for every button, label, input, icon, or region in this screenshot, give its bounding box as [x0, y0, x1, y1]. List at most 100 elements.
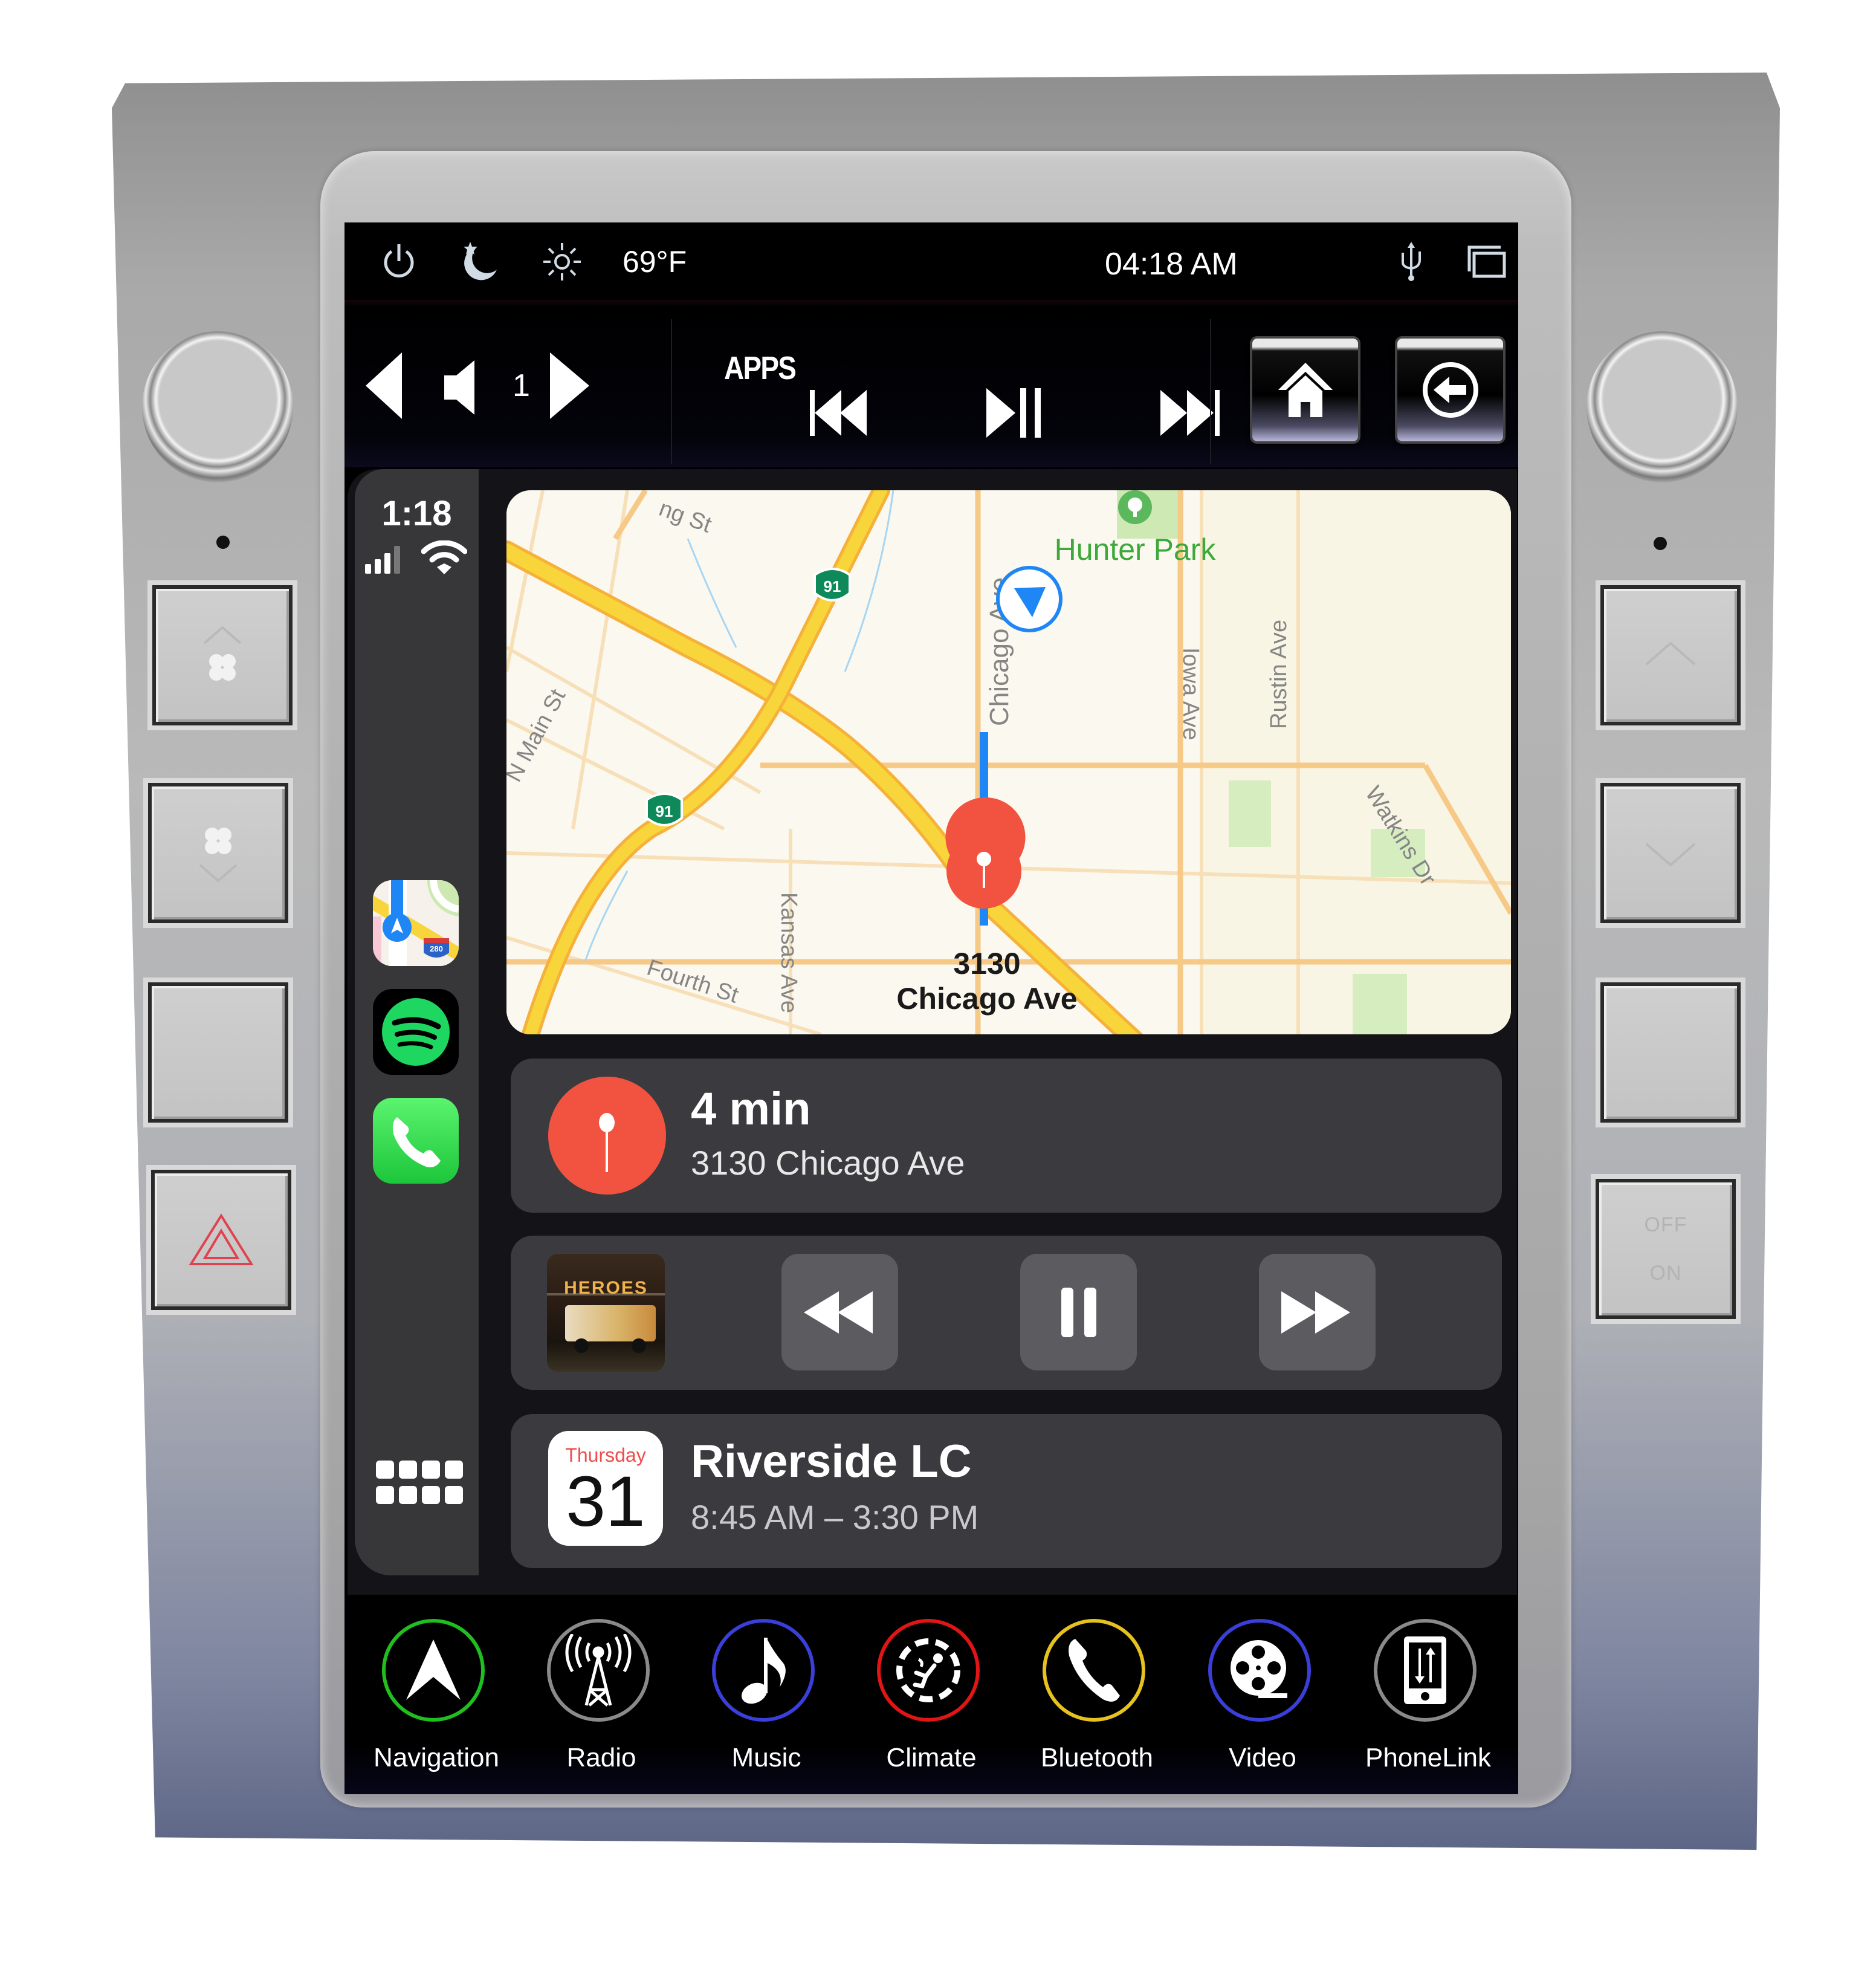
dock-label: Navigation [374, 1743, 499, 1772]
pause-button[interactable] [1020, 1254, 1137, 1370]
map-canvas[interactable]: 91 91 Hunter Park ng St Chicago Ave Iowa… [506, 490, 1511, 1034]
fan-speed-up-button[interactable] [152, 585, 293, 725]
right-indicator-hole [1654, 537, 1667, 550]
carplay-dashboard: 1:18 280 91 91 Hunter Park ng St Chicago… [348, 469, 1517, 1595]
status-bar-divider [344, 300, 1518, 307]
street-label-iowa: Iowa Ave [1178, 647, 1203, 741]
right-down-button[interactable] [1600, 783, 1741, 923]
dock-label: Music [731, 1743, 801, 1772]
dock-item-navigation[interactable]: Navigation [367, 1619, 506, 1794]
dock-item-video[interactable]: Video [1193, 1619, 1332, 1794]
navigation-ring [382, 1619, 485, 1722]
climate-seat-icon [896, 1638, 960, 1702]
dock-label: Climate [886, 1743, 977, 1772]
right-up-button[interactable] [1600, 585, 1741, 725]
hazard-triangle-icon [189, 1213, 254, 1265]
volume-level: 1 [513, 368, 530, 403]
dock-item-phonelink[interactable]: PhoneLink [1359, 1619, 1498, 1794]
wifi-icon [421, 540, 467, 574]
control-divider-right [1210, 319, 1211, 464]
bluetooth-ring [1043, 1619, 1145, 1722]
hazard-button[interactable] [151, 1170, 291, 1310]
back-button[interactable] [1397, 339, 1503, 441]
app-dock: Navigation Radio Music Climate Bluetooth… [344, 1595, 1518, 1794]
volume-down-button[interactable] [363, 352, 405, 419]
phone-handset-icon [1069, 1639, 1120, 1702]
navigation-card[interactable]: 4 min 3130 Chicago Ave [511, 1059, 1502, 1213]
apps-button[interactable]: APPS [724, 349, 797, 387]
destination-label-number: 3130 [953, 947, 1020, 981]
right-tune-knob[interactable] [1587, 331, 1738, 482]
temperature-readout: 69°F [623, 245, 687, 279]
phone-app-icon[interactable] [373, 1098, 459, 1184]
highway-shield-91-north: 91 [813, 568, 851, 602]
dock-label: PhoneLink [1365, 1743, 1491, 1772]
play-pause-button[interactable] [985, 386, 1046, 440]
off-on-button[interactable]: OFF ON [1596, 1179, 1736, 1319]
park-pin-icon [1118, 490, 1152, 524]
eta-text: 4 min [691, 1083, 811, 1135]
previous-track-button[interactable] [810, 389, 870, 437]
destination-label-street: Chicago Ave [896, 982, 1077, 1016]
navigation-arrow-icon [406, 1639, 461, 1700]
destination-marker-icon [548, 1077, 666, 1195]
fast-forward-button[interactable] [1259, 1254, 1376, 1370]
album-art[interactable]: HEROES [547, 1254, 665, 1372]
rewind-button[interactable] [781, 1254, 898, 1370]
svg-text:91: 91 [656, 802, 673, 820]
street-label-kansas: Kansas Ave [776, 892, 801, 1013]
radio-tower-icon [565, 1634, 632, 1707]
phonelink-ring [1374, 1619, 1477, 1722]
dock-item-radio[interactable]: Radio [532, 1619, 671, 1794]
home-icon [1278, 363, 1333, 417]
calendar-card[interactable]: Thursday 31 Riverside LC 8:45 AM – 3:30 … [511, 1414, 1502, 1568]
destination-pin-icon [945, 797, 1026, 909]
carplay-sidebar: 1:18 280 [355, 469, 479, 1575]
brightness-icon[interactable] [538, 241, 586, 283]
calendar-day: 31 [566, 1462, 645, 1542]
blank-hardware-button-right[interactable] [1600, 982, 1741, 1123]
system-clock: 04:18 AM [1105, 247, 1238, 282]
left-indicator-hole [216, 536, 230, 549]
highway-shield-91-south: 91 [645, 793, 683, 826]
pause-icon [1061, 1287, 1096, 1337]
fast-forward-icon [1281, 1291, 1350, 1334]
night-mode-icon[interactable] [456, 241, 505, 283]
dock-item-music[interactable]: Music [697, 1619, 836, 1794]
next-track-button[interactable] [1160, 389, 1221, 437]
svg-text:91: 91 [824, 577, 841, 595]
window-switch-icon[interactable] [1466, 241, 1508, 283]
volume-up-button[interactable] [547, 352, 592, 419]
climate-ring [877, 1619, 980, 1722]
spotify-app-icon[interactable] [373, 989, 459, 1075]
left-volume-knob[interactable] [142, 331, 293, 482]
dock-item-bluetooth[interactable]: Bluetooth [1027, 1619, 1166, 1794]
film-reel-icon [1231, 1640, 1287, 1698]
music-note-icon [741, 1638, 786, 1704]
chevron-down-icon [1645, 843, 1696, 867]
head-unit-screen: 69°F 04:18 AM 1 APPS 1:18 280 91 91 Hunt… [344, 222, 1518, 1794]
map-view[interactable]: 91 91 Hunter Park ng St Chicago Ave Iowa… [506, 490, 1511, 1034]
app-grid-icon[interactable] [376, 1461, 467, 1509]
blank-hardware-button-left[interactable] [148, 982, 288, 1123]
maps-app-icon[interactable]: 280 [373, 880, 459, 966]
home-button[interactable] [1252, 339, 1358, 441]
power-icon[interactable] [378, 241, 420, 283]
destination-address: 3130 Chicago Ave [691, 1144, 965, 1182]
event-title: Riverside LC [691, 1436, 972, 1487]
dock-label: Radio [566, 1743, 636, 1772]
video-ring [1208, 1619, 1311, 1722]
dock-label: Bluetooth [1041, 1743, 1153, 1772]
album-title: HEROES [564, 1278, 648, 1298]
current-location-icon [996, 566, 1063, 632]
speaker-icon [441, 360, 477, 415]
control-bar: 1 APPS [344, 307, 1518, 467]
dock-item-climate[interactable]: Climate [862, 1619, 1001, 1794]
now-playing-card: HEROES [511, 1236, 1502, 1390]
dock-label: Video [1229, 1743, 1296, 1772]
back-arrow-icon [1422, 362, 1478, 418]
chevron-up-icon [1645, 641, 1696, 666]
fan-up-icon [203, 626, 242, 681]
carplay-time: 1:18 [381, 494, 452, 533]
fan-speed-down-button[interactable] [148, 783, 288, 923]
